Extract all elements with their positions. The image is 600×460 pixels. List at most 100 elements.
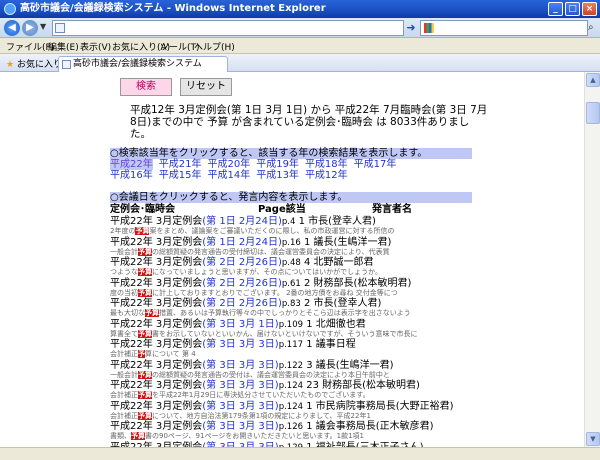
address-input[interactable] xyxy=(52,20,404,36)
year-link[interactable]: 平成21年 xyxy=(159,159,202,170)
session-date-link[interactable]: (第 3日 3月 3日) xyxy=(202,380,278,391)
year-link[interactable]: 平成17年 xyxy=(354,159,397,170)
tab-current[interactable]: 高砂市議会/会議録検索システム xyxy=(58,56,228,72)
snippet-suffix: の総額質疑の発言通告の受付は、議会運営委員会の決定により本日午前中と xyxy=(152,370,390,379)
result-snippet: 最も大切な予算措置、あるいは予算執行等々の中でしっかりとそこら辺は表示字を出さな… xyxy=(110,309,472,318)
session-date-link[interactable]: (第 2日 2月26日) xyxy=(202,278,282,289)
year-link[interactable]: 平成22年 xyxy=(110,159,153,170)
result-row-main: 平成22年 3月定例会(第 3日 3月 3日)p.122 3 議長(生嶋洋一君) xyxy=(110,360,472,371)
session-date-link[interactable]: (第 1日 2月24日) xyxy=(202,216,282,227)
favorites-button[interactable]: ★ お気に入り xyxy=(6,57,62,70)
page-number: p.109 xyxy=(278,319,304,330)
page-number: p.117 xyxy=(278,340,304,350)
session-date-link[interactable]: (第 3日 3月 1日) xyxy=(202,319,278,330)
menu-bar: ファイル(F) 編集(E) 表示(V) お気に入り(A) ツール(T) ヘルプ(… xyxy=(0,38,600,54)
speaker-name: 市長(登幸人君) xyxy=(313,298,382,309)
close-button[interactable]: × xyxy=(582,2,597,16)
go-icon[interactable]: ➜ xyxy=(404,21,418,35)
result-row: 平成22年 3月定例会(第 3日 3月 3日)p.117 1 議事日程 会計補正予… xyxy=(110,339,472,359)
year-link[interactable]: 平成18年 xyxy=(305,159,348,170)
page-number: p.126 xyxy=(278,422,304,432)
address-toolbar: ◀ ▶ ▼ ➜ ⌕ xyxy=(0,18,600,38)
minimize-button[interactable]: _ xyxy=(548,2,563,16)
year-link[interactable]: 平成16年 xyxy=(110,170,153,181)
snippet-suffix: を平成22年1月29日に専決処分させていただいたものでございます。 xyxy=(152,391,370,399)
scroll-up-icon[interactable]: ▲ xyxy=(586,73,600,87)
year-link[interactable]: 平成20年 xyxy=(207,159,250,170)
menu-edit[interactable]: 編集(E) xyxy=(48,40,79,53)
snippet-keyword: 予 xyxy=(138,350,145,358)
hit-count: 1 xyxy=(298,216,305,227)
snippet-suffix: 措置、あるいは予算執行等々の中でしっかりとそこら辺は表示字を出さないよう xyxy=(159,309,411,317)
page-number: p.16 xyxy=(281,237,301,248)
session-name: 平成22年 3月定例会 xyxy=(110,318,203,330)
page-number: p.124 xyxy=(278,381,304,391)
snippet-prefix: 2年度の xyxy=(110,227,136,235)
result-row-main: 平成22年 3月定例会(第 1日 2月24日)p.16 1 議長(生嶋洋一君) xyxy=(110,237,472,248)
result-row-main: 平成22年 3月定例会(第 1日 2月24日)p.4 1 市長(登幸人君) xyxy=(110,216,472,227)
maximize-button[interactable]: □ xyxy=(565,2,580,16)
session-date-link[interactable]: (第 1日 2月24日) xyxy=(202,237,282,248)
result-snippet: 度の当初予算に計上しておりますとおりでございます。 2番の地方債をお尋ね 交付金… xyxy=(110,288,472,298)
year-link[interactable]: 平成14年 xyxy=(207,170,250,181)
session-section-title: ○会議日をクリックすると、発言内容を表示します。 xyxy=(110,192,348,203)
year-link[interactable]: 平成13年 xyxy=(256,170,299,181)
menu-file[interactable]: ファイル(F) xyxy=(6,40,54,53)
year-link[interactable]: 平成15年 xyxy=(159,170,202,181)
result-row-main: 平成22年 3月定例会(第 2日 2月26日)p.48 4 北野誠一郎君 xyxy=(110,257,472,268)
speaker-name: 市民病院事務局長(大野正裕君) xyxy=(315,400,454,412)
year-links-row-1: 平成22年 平成21年 平成20年 平成19年 平成18年 平成17年 xyxy=(110,159,402,170)
result-row-main: 平成22年 3月定例会(第 3日 3月 3日)p.124 23 財務部長(松本敏… xyxy=(110,380,472,391)
snippet-keyword: 予算 xyxy=(145,309,159,317)
result-snippet: 会計補正予算を平成22年1月29日に専決処分させていただいたものでございます。 xyxy=(110,391,472,400)
hit-count: 1 xyxy=(306,421,313,432)
back-button[interactable]: ◀ xyxy=(4,20,20,36)
session-date-link[interactable]: (第 2日 2月26日) xyxy=(202,257,282,268)
session-date-link[interactable]: (第 2日 2月26日) xyxy=(202,298,282,309)
session-name: 平成22年 3月定例会 xyxy=(110,257,203,268)
vertical-scrollbar[interactable]: ▲ ▼ xyxy=(584,72,600,447)
page-number: p.61 xyxy=(281,278,301,289)
result-row: 平成22年 3月定例会(第 3日 3月 1日)p.109 1 北畑徹也君 算書全て… xyxy=(110,319,472,339)
session-date-link[interactable]: (第 3日 3月 3日) xyxy=(202,339,278,350)
snippet-suffix: 案をまとめ、議論案をご審議いただくのに際し、私の市政運営に対する所信の xyxy=(149,227,395,235)
session-name: 平成22年 3月定例会 xyxy=(110,216,203,227)
session-date-link[interactable]: (第 3日 3月 3日) xyxy=(202,421,278,432)
status-bar xyxy=(0,447,600,460)
scroll-down-icon[interactable]: ▼ xyxy=(586,432,600,446)
year-link[interactable]: 平成19年 xyxy=(256,159,299,170)
column-header-session: 定例会･臨時会 xyxy=(110,204,175,215)
search-input[interactable] xyxy=(420,20,588,36)
snippet-prefix: 会計補正 xyxy=(110,411,138,420)
result-row: 平成22年 3月定例会(第 3日 3月 3日)p.124 23 財務部長(松本敏… xyxy=(110,380,472,400)
snippet-keyword: 予算 xyxy=(138,329,152,338)
result-row: 平成22年 3月定例会(第 3日 3月 3日)p.124 1 市民病院事務局長(… xyxy=(110,401,472,421)
window-titlebar: 高砂市議会/会議録検索システム - Windows Internet Explo… xyxy=(0,0,600,18)
speaker-name: 議事日程 xyxy=(315,339,356,350)
year-link[interactable]: 平成12年 xyxy=(305,170,348,181)
hit-count: 23 xyxy=(306,380,319,391)
session-section-header: ○会議日をクリックすると、発言内容を表示します。 xyxy=(110,192,472,203)
session-date-link[interactable]: (第 3日 3月 3日) xyxy=(202,401,278,412)
forward-button[interactable]: ▶ xyxy=(22,20,38,36)
session-name: 平成22年 3月定例会 xyxy=(110,298,203,309)
history-dropdown-icon[interactable]: ▼ xyxy=(40,22,46,31)
page-number: p.122 xyxy=(278,360,304,371)
tab-bar: ★ お気に入り 高砂市議会/会議録検索システム xyxy=(0,54,600,72)
snippet-suffix: について、地方自治法第179条第1項の規定によりまして、平成22年1 xyxy=(152,411,371,420)
snippet-keyword: 予算 xyxy=(131,432,145,440)
snippet-prefix: 算書全て xyxy=(110,329,138,338)
reset-button[interactable]: リセット xyxy=(180,78,232,96)
hit-count: 1 xyxy=(306,318,313,330)
session-name: 平成22年 3月定例会 xyxy=(110,380,203,391)
menu-help[interactable]: ヘルプ(H) xyxy=(194,40,235,53)
menu-view[interactable]: 表示(V) xyxy=(80,40,111,53)
page-icon xyxy=(62,60,71,69)
session-name: 平成22年 3月定例会 xyxy=(110,421,203,432)
result-row: 平成22年 3月定例会(第 2日 2月26日)p.61 2 財務部長(松本敏明君… xyxy=(110,278,472,298)
result-row-main: 平成22年 3月定例会(第 3日 3月 3日)p.117 1 議事日程 xyxy=(110,339,472,350)
search-button[interactable]: 検索 xyxy=(120,78,172,96)
scroll-thumb[interactable] xyxy=(586,102,600,124)
search-icon[interactable]: ⌕ xyxy=(588,22,594,33)
session-date-link[interactable]: (第 3日 3月 3日) xyxy=(202,360,278,371)
